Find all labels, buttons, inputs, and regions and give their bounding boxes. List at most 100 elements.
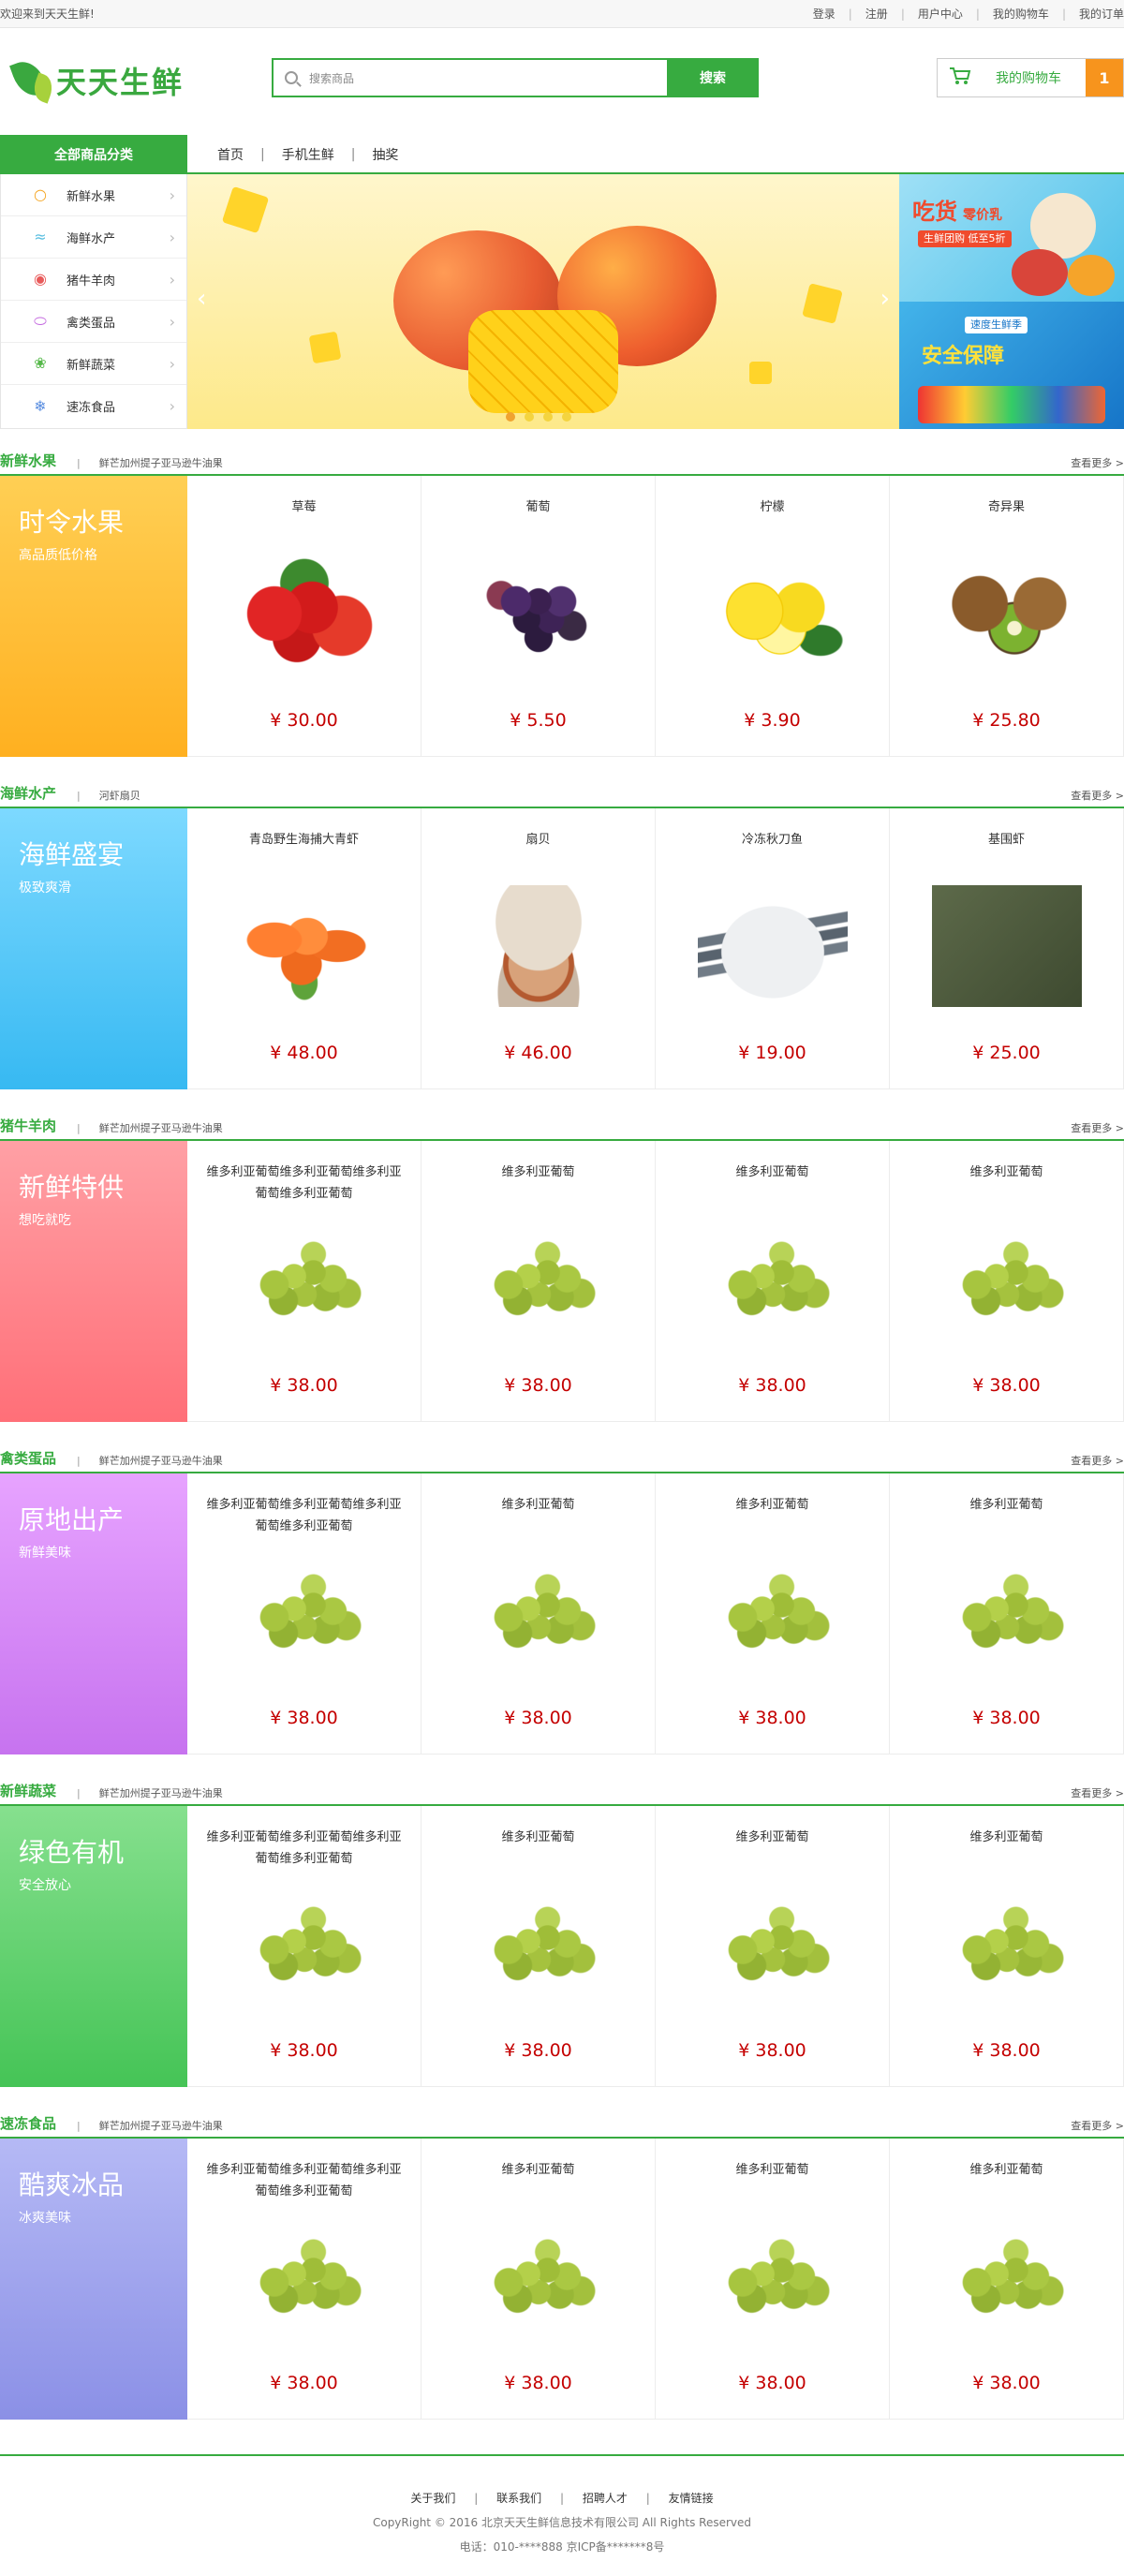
floor-sub-link[interactable]: 鲜芒	[99, 1785, 120, 1800]
floor-title[interactable]: 新鲜水果	[0, 451, 56, 470]
banner-dot[interactable]	[506, 412, 515, 422]
product-name[interactable]: 维多利亚葡萄	[674, 1494, 870, 1537]
product-name[interactable]: 维多利亚葡萄	[909, 1494, 1104, 1537]
floor-title[interactable]: 猪牛羊肉	[0, 1116, 56, 1135]
product-card[interactable]: 扇贝 ¥ 46.00	[422, 808, 656, 1089]
floor-promo-image[interactable]: 时令水果 高品质低价格	[0, 476, 187, 757]
product-image[interactable]	[464, 553, 614, 674]
product-name[interactable]: 草莓	[206, 496, 402, 540]
product-image[interactable]	[932, 553, 1082, 674]
product-image[interactable]	[464, 1218, 614, 1340]
floor-sub-link[interactable]: 加州提子	[120, 1453, 161, 1468]
product-card[interactable]: 维多利亚葡萄 ¥ 38.00	[890, 1473, 1124, 1754]
footer-friend-links[interactable]: 友情链接	[669, 2492, 714, 2505]
product-image[interactable]	[932, 1218, 1082, 1340]
product-name[interactable]: 维多利亚葡萄	[440, 1827, 636, 1870]
product-name[interactable]: 维多利亚葡萄维多利亚葡萄维多利亚葡萄维多利亚葡萄	[206, 1494, 402, 1537]
product-card[interactable]: 葡萄 ¥ 5.50	[422, 476, 656, 757]
all-categories-button[interactable]: 全部商品分类	[0, 135, 187, 174]
product-image[interactable]	[229, 553, 379, 674]
product-card[interactable]: 维多利亚葡萄 ¥ 38.00	[422, 2139, 656, 2420]
nav-mobile-fresh[interactable]: 手机生鲜	[282, 145, 334, 164]
view-more-link[interactable]: 查看更多 >	[1071, 2118, 1124, 2133]
user-center-link[interactable]: 用户中心	[918, 6, 963, 22]
product-image[interactable]	[464, 1550, 614, 1672]
product-card[interactable]: 维多利亚葡萄维多利亚葡萄维多利亚葡萄维多利亚葡萄 ¥ 38.00	[187, 1806, 422, 2087]
floor-sub-link[interactable]: 加州提子	[120, 2118, 161, 2133]
search-button[interactable]: 搜索	[667, 58, 759, 97]
product-name[interactable]: 维多利亚葡萄维多利亚葡萄维多利亚葡萄维多利亚葡萄	[206, 2159, 402, 2202]
product-card[interactable]: 维多利亚葡萄 ¥ 38.00	[890, 1806, 1124, 2087]
product-card[interactable]: 维多利亚葡萄维多利亚葡萄维多利亚葡萄维多利亚葡萄 ¥ 38.00	[187, 1141, 422, 1422]
product-name[interactable]: 青岛野生海捕大青虾	[206, 829, 402, 872]
product-name[interactable]: 维多利亚葡萄	[909, 1827, 1104, 1870]
view-more-link[interactable]: 查看更多 >	[1071, 455, 1124, 470]
banner-prev-icon[interactable]: ‹	[197, 285, 206, 313]
view-more-link[interactable]: 查看更多 >	[1071, 1120, 1124, 1135]
floor-sub-link[interactable]: 亚马逊牛油果	[161, 2118, 223, 2133]
product-card[interactable]: 奇异果 ¥ 25.80	[890, 476, 1124, 757]
nav-home[interactable]: 首页	[217, 145, 244, 164]
product-name[interactable]: 葡萄	[440, 496, 636, 540]
product-name[interactable]: 奇异果	[909, 496, 1104, 540]
product-image[interactable]	[464, 885, 614, 1007]
category-item-vegetable[interactable]: ❀ 新鲜蔬菜 ›	[1, 343, 186, 385]
product-card[interactable]: 青岛野生海捕大青虾 ¥ 48.00	[187, 808, 422, 1089]
product-name[interactable]: 基围虾	[909, 829, 1104, 872]
product-card[interactable]: 维多利亚葡萄维多利亚葡萄维多利亚葡萄维多利亚葡萄 ¥ 38.00	[187, 2139, 422, 2420]
floor-sub-link[interactable]: 加州提子	[120, 455, 161, 470]
floor-promo-image[interactable]: 酷爽冰品 冰爽美味	[0, 2139, 187, 2420]
product-name[interactable]: 维多利亚葡萄维多利亚葡萄维多利亚葡萄维多利亚葡萄	[206, 1162, 402, 1205]
product-image[interactable]	[698, 885, 848, 1007]
category-item-fruit[interactable]: ○ 新鲜水果 ›	[1, 174, 186, 216]
product-card[interactable]: 维多利亚葡萄 ¥ 38.00	[422, 1473, 656, 1754]
product-name[interactable]: 维多利亚葡萄维多利亚葡萄维多利亚葡萄维多利亚葡萄	[206, 1827, 402, 1870]
product-name[interactable]: 柠檬	[674, 496, 870, 540]
product-name[interactable]: 维多利亚葡萄	[440, 1494, 636, 1537]
product-image[interactable]	[698, 1550, 848, 1672]
floor-sub-link[interactable]: 鲜芒	[99, 1120, 120, 1135]
product-card[interactable]: 维多利亚葡萄 ¥ 38.00	[890, 1141, 1124, 1422]
banner-next-icon[interactable]: ›	[880, 285, 890, 313]
floor-sub-link[interactable]: 亚马逊牛油果	[161, 455, 223, 470]
floor-title[interactable]: 海鲜水产	[0, 783, 56, 803]
product-image[interactable]	[229, 2215, 379, 2337]
ad-banner-snacks[interactable]: 吃货 零价乳 生鲜团购 低至5折	[899, 174, 1124, 302]
product-image[interactable]	[932, 885, 1082, 1007]
floor-promo-image[interactable]: 新鲜特供 想吃就吃	[0, 1141, 187, 1422]
footer-about[interactable]: 关于我们	[410, 2492, 455, 2505]
floor-promo-image[interactable]: 原地出产 新鲜美味	[0, 1473, 187, 1754]
nav-lottery[interactable]: 抽奖	[372, 145, 398, 164]
floor-sub-link[interactable]: 河虾	[99, 788, 120, 803]
product-image[interactable]	[229, 1218, 379, 1340]
product-image[interactable]	[698, 2215, 848, 2337]
floor-sub-link[interactable]: 扇贝	[120, 788, 140, 803]
floor-promo-image[interactable]: 绿色有机 安全放心	[0, 1806, 187, 2087]
category-item-seafood[interactable]: ≈ 海鲜水产 ›	[1, 216, 186, 259]
floor-title[interactable]: 新鲜蔬菜	[0, 1781, 56, 1800]
product-card[interactable]: 维多利亚葡萄 ¥ 38.00	[656, 1806, 890, 2087]
product-image[interactable]	[932, 1883, 1082, 2005]
footer-jobs[interactable]: 招聘人才	[583, 2492, 628, 2505]
floor-sub-link[interactable]: 鲜芒	[99, 2118, 120, 2133]
footer-contact[interactable]: 联系我们	[496, 2492, 541, 2505]
category-item-egg[interactable]: ⬭ 禽类蛋品 ›	[1, 301, 186, 343]
ad-banner-safety[interactable]: 速度生鲜季 安全保障	[899, 302, 1124, 429]
register-link[interactable]: 注册	[865, 6, 888, 22]
product-card[interactable]: 维多利亚葡萄 ¥ 38.00	[656, 2139, 890, 2420]
product-name[interactable]: 维多利亚葡萄	[674, 2159, 870, 2202]
product-card[interactable]: 冷冻秋刀鱼 ¥ 19.00	[656, 808, 890, 1089]
product-card[interactable]: 基围虾 ¥ 25.00	[890, 808, 1124, 1089]
product-image[interactable]	[932, 2215, 1082, 2337]
floor-title[interactable]: 速冻食品	[0, 2113, 56, 2133]
product-name[interactable]: 维多利亚葡萄	[440, 1162, 636, 1205]
site-logo[interactable]: 天天生鲜	[9, 54, 184, 107]
product-image[interactable]	[229, 885, 379, 1007]
product-image[interactable]	[698, 1218, 848, 1340]
category-item-frozen[interactable]: ❄ 速冻食品 ›	[1, 385, 186, 427]
login-link[interactable]: 登录	[813, 6, 836, 22]
product-name[interactable]: 维多利亚葡萄	[909, 2159, 1104, 2202]
product-image[interactable]	[464, 1883, 614, 2005]
my-orders-link[interactable]: 我的订单	[1079, 6, 1124, 22]
product-name[interactable]: 维多利亚葡萄	[440, 2159, 636, 2202]
